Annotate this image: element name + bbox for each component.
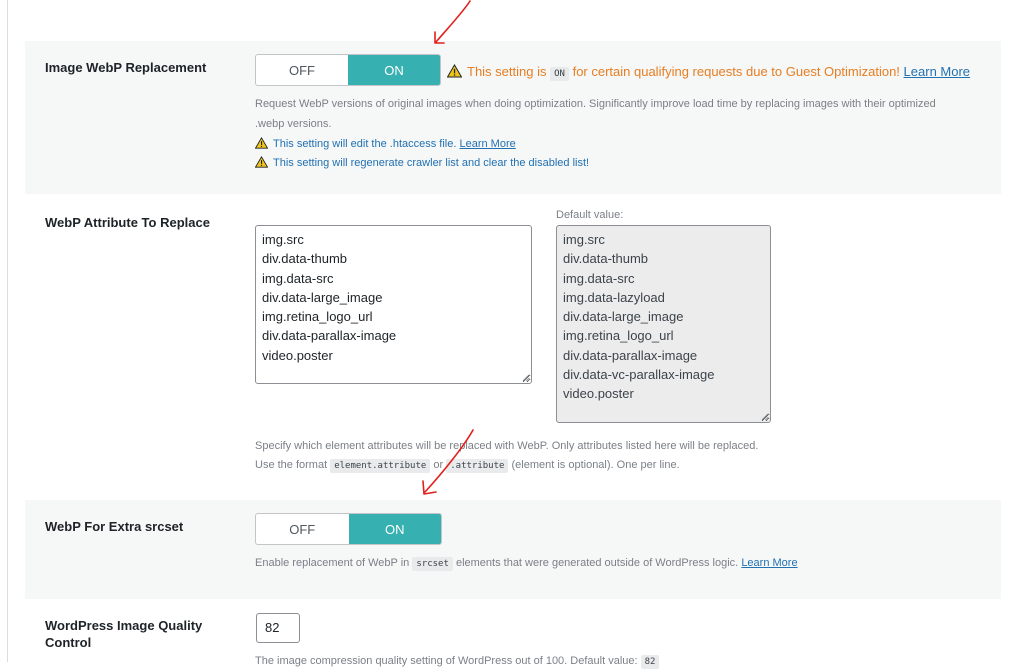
help-format-code-attribute: .attribute [446,459,509,473]
crawler-notice: This setting will regenerate crawler lis… [255,153,589,173]
resize-grip-icon[interactable] [521,373,530,382]
row-webp-attribute: WebP Attribute To Replace img.src div.da… [25,194,1001,500]
warning-on-badge: ON [550,67,569,81]
help-format-or: or [433,459,444,471]
webp-replacement-toggle[interactable]: OFF ON [255,54,441,86]
row-webp-replacement: Image WebP Replacement OFF ON This setti… [25,41,1001,194]
webp-replacement-on-option[interactable]: ON [348,55,440,85]
row-image-quality: WordPress Image Quality Control 82 The i… [25,599,1001,669]
image-quality-help-prefix: The image compression quality setting of… [255,655,638,667]
srcset-help-code: srcset [412,557,453,571]
help-format-prefix: Use the format [255,459,328,471]
webp-replacement-label: Image WebP Replacement [45,60,207,75]
attribute-help-line-1: Specify which element attributes will be… [255,440,759,452]
srcset-learn-more-link[interactable]: Learn More [741,557,797,569]
srcset-help-prefix: Enable replacement of WebP in [255,557,410,569]
htaccess-learn-more-link[interactable]: Learn More [459,138,515,150]
image-quality-input[interactable]: 82 [256,613,300,643]
image-quality-label-line-1: WordPress Image Quality [45,618,203,633]
help-format-code-element-attribute: element.attribute [330,459,431,473]
page-edge [7,0,8,662]
row-webp-srcset: WebP For Extra srcset OFF ON Enable repl… [25,500,1001,599]
default-value-label: Default value: [556,209,624,221]
warning-icon [447,64,462,78]
description-line-1: Request WebP versions of original images… [255,98,936,110]
warning-icon [255,156,268,168]
webp-replacement-off-option[interactable]: OFF [256,55,348,85]
webp-attribute-label: WebP Attribute To Replace [45,215,210,230]
webp-srcset-label: WebP For Extra srcset [45,519,184,534]
warning-icon [255,137,268,149]
image-quality-label-line-2: Control [45,635,92,650]
srcset-help: Enable replacement of WebP in srcset ele… [255,553,798,574]
warning-learn-more-link[interactable]: Learn More [904,64,970,79]
warning-suffix: for certain qualifying requests due to G… [572,64,900,79]
htaccess-notice-text: This setting will edit the .htaccess fil… [273,138,457,150]
description-line-2: .webp versions. [255,118,332,130]
help-format-suffix: (element is optional). One per line. [511,459,680,471]
image-quality-label: WordPress Image Quality Control [45,617,202,651]
webp-srcset-off-option[interactable]: OFF [256,514,349,544]
webp-replacement-description: Request WebP versions of original images… [255,94,995,134]
htaccess-notice: This setting will edit the .htaccess fil… [255,134,516,154]
webp-srcset-on-option[interactable]: ON [348,514,441,544]
resize-grip-icon[interactable] [760,412,769,421]
crawler-notice-text: This setting will regenerate crawler lis… [273,157,590,169]
warning-prefix: This setting is [467,64,547,79]
guest-optimization-warning: This setting is ON for certain qualifyin… [447,63,970,83]
default-value-textarea: img.src div.data-thumb img.data-src img.… [556,225,771,423]
srcset-help-suffix: elements that were generated outside of … [455,557,739,569]
attribute-help-line-2: Use the format element.attribute or .att… [255,455,680,476]
webp-srcset-toggle[interactable]: OFF ON [255,513,442,545]
image-quality-help-code: 82 [640,655,660,669]
webp-attribute-textarea[interactable]: img.src div.data-thumb img.data-src div.… [255,225,532,384]
